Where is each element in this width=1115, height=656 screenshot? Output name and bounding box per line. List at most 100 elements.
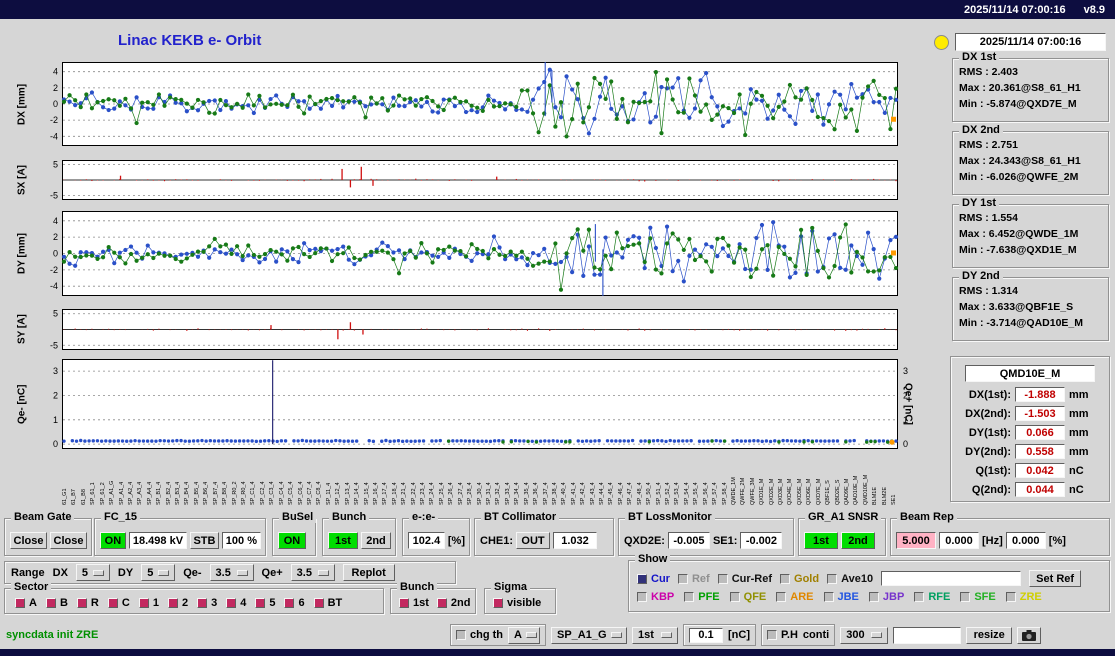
replot-button[interactable]: Replot (342, 564, 395, 581)
show-toggle-gold[interactable]: Gold (780, 573, 819, 585)
stat-max: Max : 20.361@S8_61_H1 (959, 82, 1081, 94)
show-toggle-rfe[interactable]: RFE (914, 591, 950, 603)
svg-text:4: 4 (53, 216, 58, 226)
bunch-checkbox-1st[interactable]: 1st (399, 597, 429, 609)
element-label: QXD3E_M (778, 478, 785, 505)
show-toggle-cur-ref[interactable]: Cur-Ref (717, 573, 772, 585)
busel-title: BuSel (279, 511, 317, 523)
show-toggle-sfe[interactable]: SFE (960, 591, 996, 603)
stat-min: Min : -5.874@QXD7E_M (959, 98, 1077, 110)
plot-sy[interactable]: 5 -5 (36, 309, 916, 350)
range-select-dx[interactable]: 5 (75, 564, 110, 581)
bunch-checkbox-2nd[interactable]: 2nd (436, 597, 470, 609)
show-toggle-cur[interactable]: Cur (637, 573, 670, 585)
plot-sx[interactable]: 5 -5 (36, 160, 916, 200)
beam-rep-percent-unit: [%] (1048, 534, 1066, 547)
element-label: SP_C6_4 (297, 481, 304, 505)
range-select-qe+[interactable]: 3.5 (290, 564, 335, 581)
gr-a1-2nd-button[interactable]: 2nd (841, 532, 875, 549)
ref-name-input[interactable] (881, 571, 1022, 586)
show-toggle-ref[interactable]: Ref (677, 573, 710, 585)
range-select-dy[interactable]: 5 (141, 564, 176, 581)
svg-text:-4: -4 (50, 131, 58, 141)
sector-checkbox-1[interactable]: 1 (138, 597, 159, 609)
plot-q[interactable]: 3 32 21 10 0 (36, 359, 916, 449)
sector-checkbox-bt[interactable]: BT (313, 597, 342, 609)
monitor-row: Q(1st): 0.042 nC (951, 461, 1109, 480)
show-toggle-label: Gold (794, 572, 820, 585)
beam-gate-close-button-2[interactable]: Close (50, 532, 87, 549)
ph-label: P.H (781, 629, 798, 641)
rep-count-select[interactable]: 300 (840, 626, 889, 644)
element-label: QWDE_1M (730, 477, 737, 505)
show-toggle-label: PFE (698, 591, 720, 603)
chg-th-checkbox[interactable]: chg th (456, 629, 503, 641)
svg-text:5: 5 (53, 309, 58, 319)
sector-checkbox-3[interactable]: 3 (197, 597, 217, 609)
range-select-qe-[interactable]: 3.5 (209, 564, 254, 581)
busel-on-button[interactable]: ON (278, 532, 306, 549)
show-toggle-zre[interactable]: ZRE (1005, 591, 1042, 603)
axis-label-qe-minus: Qe- [nC] (16, 384, 28, 424)
ph-checkbox[interactable]: P.H (767, 629, 798, 641)
show-toggle-qfe[interactable]: QFE (729, 591, 767, 603)
show-toggle-jbp[interactable]: JBP (868, 591, 904, 603)
bunch-order-select[interactable]: 1st (632, 626, 678, 644)
show-toggle-kbp[interactable]: KBP (637, 591, 674, 603)
sector-checkbox-label: 4 (240, 597, 247, 609)
element-label: SP_B2_4 (165, 481, 172, 505)
show-toggle-indicator (729, 592, 740, 602)
sector-checkbox-r[interactable]: R (76, 597, 99, 609)
sector-checkbox-4[interactable]: 4 (226, 597, 246, 609)
show-toggle-label: QFE (743, 591, 767, 603)
element-label: SP_C5_4 (288, 481, 295, 505)
sector-checkbox-a[interactable]: A (15, 597, 37, 609)
range-select-value: 3.5 (215, 566, 231, 579)
element-name-axis: 61_G1 61_B7 61_B8 SP_61_1 SP_61_2 SP_A1_G SP_A… (62, 451, 898, 505)
fc15-stb-button[interactable]: STB (190, 532, 219, 549)
show-toggle-are[interactable]: ARE (776, 591, 814, 603)
resize-button[interactable]: resize (966, 626, 1013, 644)
status-controls: chg th A SP_A1_G 1st 0.1 [nC] P.H conti … (450, 623, 1042, 647)
element-label: SP_25_4 (438, 482, 445, 505)
se1-value: -0.002 (740, 532, 783, 549)
element-label: SP_C8_4 (316, 481, 323, 505)
bunch-1st-button[interactable]: 1st (328, 532, 358, 549)
stat-group-title: DX 1st (959, 51, 1000, 63)
show-toggle-pfe[interactable]: PFE (684, 591, 720, 603)
plot-dx[interactable]: 4 2 0 -2 -4 (36, 62, 916, 146)
gr-a1-1st-button[interactable]: 1st (804, 532, 838, 549)
camera-button[interactable] (1017, 626, 1042, 644)
che1-out-button[interactable]: OUT (516, 532, 551, 549)
bunch-select-group: Bunch 1st 2nd (390, 581, 476, 614)
set-ref-button[interactable]: Set Ref (1029, 570, 1082, 587)
monitor-row-unit: nC (1069, 483, 1084, 496)
sigma-checkbox-visible[interactable]: visible (493, 597, 541, 609)
monitor-row: DY(1st): 0.066 mm (951, 423, 1109, 442)
sector-checkbox-5[interactable]: 5 (255, 597, 275, 609)
element-label: SP_B7_4 (212, 481, 219, 505)
show-toggle-jbe[interactable]: JBE (823, 591, 859, 603)
svg-text:2: 2 (53, 232, 58, 242)
sector-checkbox-c[interactable]: C (107, 597, 130, 609)
sector-checkbox-2[interactable]: 2 (167, 597, 188, 609)
sector-checkbox-6[interactable]: 6 (284, 597, 305, 609)
status-text-input[interactable] (893, 626, 962, 644)
sector-checkbox-b[interactable]: B (45, 597, 68, 609)
element-label: SP_C1_4 (250, 481, 257, 505)
element-label: SP_12_4 (335, 482, 342, 505)
svg-text:0: 0 (53, 439, 58, 449)
sp-monitor-select[interactable]: SP_A1_G (551, 626, 627, 644)
fc15-on-button[interactable]: ON (100, 532, 126, 549)
show-toggle-indicator (776, 592, 787, 602)
plot-dy[interactable]: 4 2 0 -2 -4 (36, 211, 916, 296)
bunch-2nd-button[interactable]: 2nd (361, 532, 391, 549)
sector-checkbox-indicator (138, 598, 149, 608)
sector-checkbox-indicator (167, 598, 178, 608)
beam-gate-close-button-1[interactable]: Close (10, 532, 47, 549)
sector-checkbox-indicator (15, 598, 25, 608)
element-label: SP_24_4 (429, 482, 436, 505)
show-toggle-ave10[interactable]: Ave10 (827, 573, 873, 585)
threshold-value[interactable]: 0.1 (689, 627, 723, 643)
mode-select[interactable]: A (508, 626, 540, 644)
